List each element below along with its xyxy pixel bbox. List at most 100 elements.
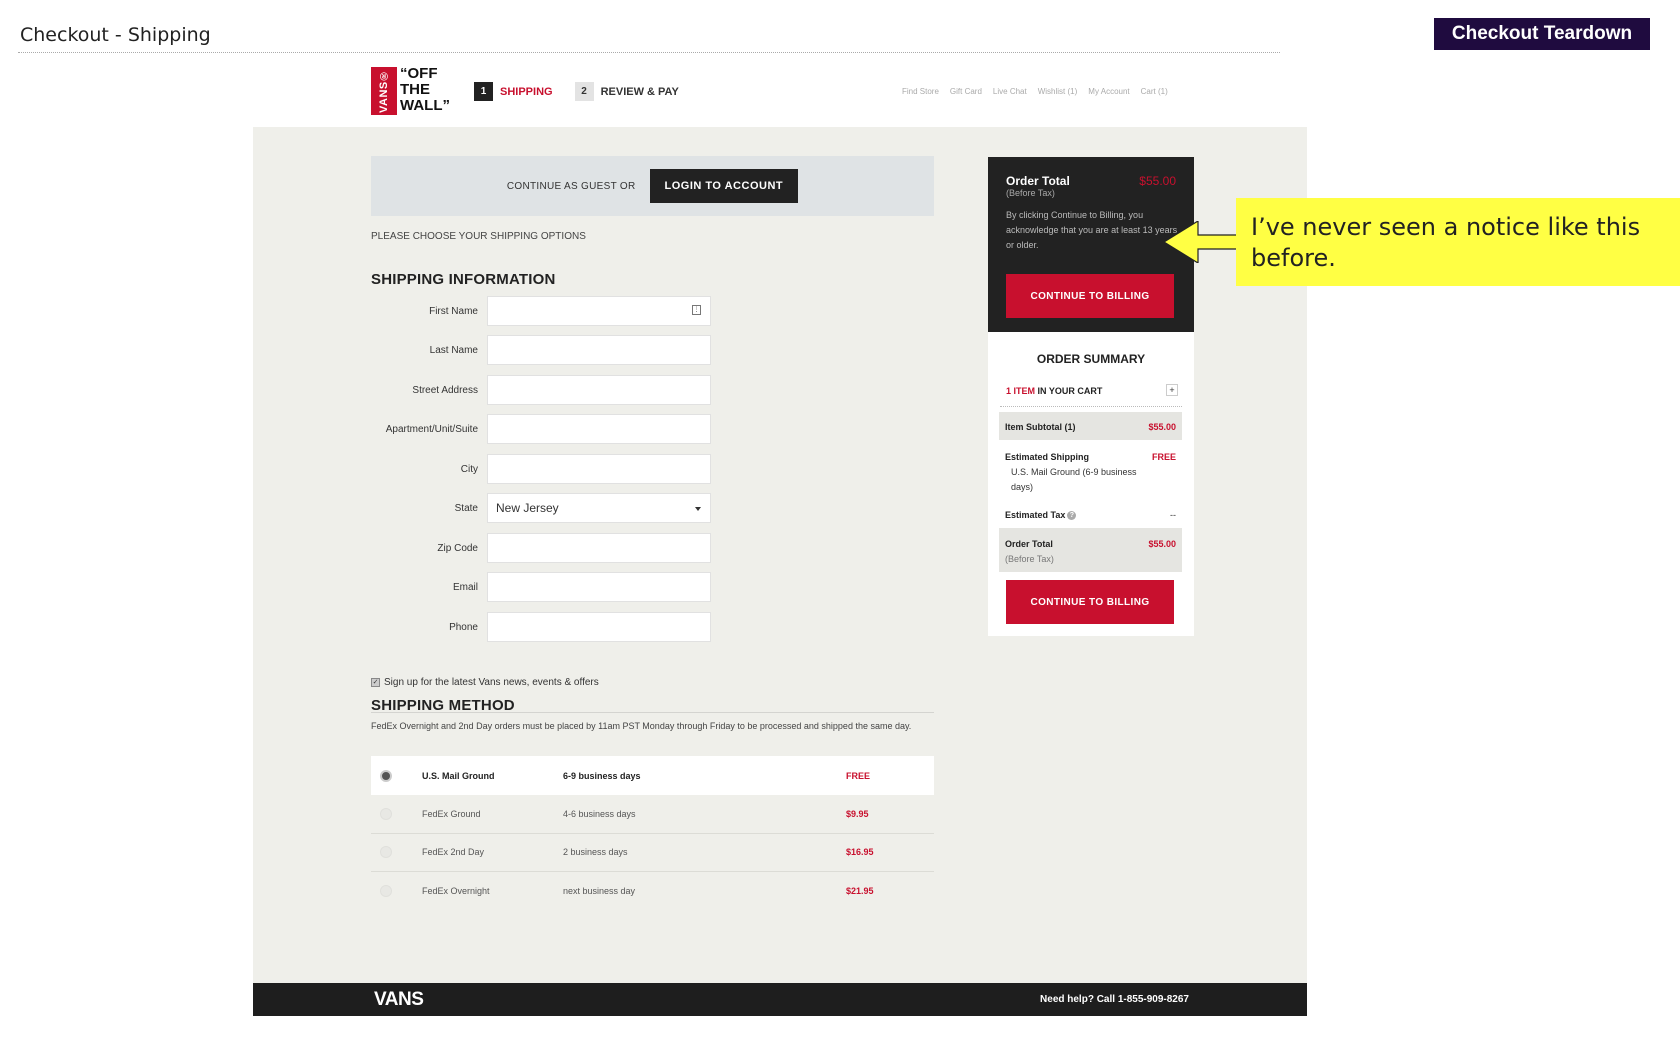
option-time: next business day <box>563 885 636 896</box>
estimated-tax-value: -- <box>1170 510 1176 520</box>
shipping-option-fedex-ground[interactable]: FedEx Ground 4-6 business days $9.95 <box>371 795 934 834</box>
dotted-divider <box>1000 406 1182 407</box>
radio-selected[interactable] <box>380 769 392 782</box>
nav-gift-card[interactable]: Gift Card <box>950 87 982 96</box>
continue-to-billing-button-bottom[interactable]: CONTINUE TO BILLING <box>1006 580 1174 624</box>
vans-logo[interactable]: VANS® “OFF THE WALL” <box>371 65 457 117</box>
first-name-row: First Name <box>371 295 721 327</box>
city-row: City <box>371 453 721 485</box>
first-name-label: First Name <box>429 305 478 317</box>
estimated-tax-label: Estimated Tax? <box>1005 510 1077 521</box>
expand-plus-icon[interactable]: + <box>1166 384 1178 396</box>
city-label: City <box>460 463 478 475</box>
estimated-shipping-label: Estimated Shipping <box>1005 452 1090 462</box>
callout-arrow-icon <box>1164 221 1238 263</box>
shipping-method-title: SHIPPING METHOD <box>371 697 515 714</box>
newsletter-label: Sign up for the latest Vans news, events… <box>384 677 599 688</box>
newsletter-signup: ✓ Sign up for the latest Vans news, even… <box>371 677 599 688</box>
checkout-steps: 1 SHIPPING 2 REVIEW & PAY <box>474 82 693 101</box>
nav-cart[interactable]: Cart (1) <box>1141 87 1168 96</box>
summary-total-row: Order Total (Before Tax) $55.00 <box>999 528 1182 572</box>
age-notice: By clicking Continue to Billing, you ack… <box>1006 210 1178 250</box>
footer-vans-logo[interactable]: VANS <box>374 989 424 1011</box>
guest-text: CONTINUE AS GUEST OR <box>506 180 636 192</box>
shipping-option-fedex-overnight[interactable]: FedEx Overnight next business day $21.95 <box>371 871 934 910</box>
apartment-input[interactable] <box>487 414 711 444</box>
slide-divider <box>18 52 1280 53</box>
last-name-input[interactable] <box>487 335 711 365</box>
estimated-tax-row: Estimated Tax? -- <box>999 500 1182 524</box>
estimated-shipping-value: FREE <box>1151 452 1176 462</box>
option-name: FedEx Ground <box>422 809 481 819</box>
option-time: 6-9 business days <box>563 770 641 781</box>
street-address-label: Street Address <box>412 384 478 396</box>
off-the-wall-text: “OFF THE WALL” <box>400 65 450 114</box>
last-name-row: Last Name <box>371 334 721 366</box>
zip-code-row: Zip Code <box>371 532 721 564</box>
email-row: Email <box>371 571 721 603</box>
continue-to-billing-button-top[interactable]: CONTINUE TO BILLING <box>1006 274 1174 318</box>
slide-title: Checkout - Shipping <box>20 24 211 46</box>
state-select[interactable]: New Jersey <box>487 493 711 523</box>
option-time: 2 business days <box>563 847 628 857</box>
step-shipping: 1 SHIPPING <box>474 82 553 101</box>
shipping-option-fedex-2nd-day[interactable]: FedEx 2nd Day 2 business days $16.95 <box>371 833 934 872</box>
zip-code-input[interactable] <box>487 533 711 563</box>
footer-help-phone[interactable]: Need help? Call 1-855-909-8267 <box>1040 994 1189 1005</box>
newsletter-checkbox[interactable]: ✓ <box>371 678 380 687</box>
estimated-shipping-detail: U.S. Mail Ground (6-9 business days) <box>1011 467 1137 492</box>
option-price: $16.95 <box>846 847 874 857</box>
subtotal-label: Item Subtotal (1) <box>1005 422 1076 432</box>
caret-down-icon <box>695 507 701 511</box>
phone-row: Phone <box>371 611 721 643</box>
site-footer: VANS Need help? Call 1-855-909-8267 <box>253 983 1307 1016</box>
info-icon[interactable]: ? <box>1067 511 1077 521</box>
step-label: REVIEW & PAY <box>600 85 679 98</box>
street-address-input[interactable] <box>487 375 711 405</box>
vans-logo-mark: VANS® <box>371 67 397 115</box>
last-name-label: Last Name <box>429 344 478 356</box>
estimated-shipping-row: Estimated Shipping FREE U.S. Mail Ground… <box>999 442 1182 498</box>
email-label: Email <box>452 581 478 593</box>
nav-live-chat[interactable]: Live Chat <box>993 87 1027 96</box>
state-row: State New Jersey <box>371 492 721 524</box>
radio-unselected[interactable] <box>380 808 392 820</box>
callout-text: I’ve never seen a notice like this befor… <box>1251 213 1641 272</box>
option-price: $9.95 <box>846 809 869 819</box>
guest-login-bar: CONTINUE AS GUEST OR LOGIN TO ACCOUNT <box>371 156 934 216</box>
state-label: State <box>454 502 478 514</box>
option-name: FedEx Overnight <box>422 885 490 896</box>
shipping-information-title: SHIPPING INFORMATION <box>371 271 556 288</box>
shipping-method-note: FedEx Overnight and 2nd Day orders must … <box>371 721 912 731</box>
order-summary-box: ORDER SUMMARY 1 ITEM IN YOUR CART + Item… <box>988 332 1194 636</box>
radio-unselected[interactable] <box>380 884 392 897</box>
radio-unselected[interactable] <box>380 846 392 858</box>
shipping-option-usps-ground[interactable]: U.S. Mail Ground 6-9 business days FREE <box>371 756 934 795</box>
order-total-price: $55.00 <box>1139 174 1176 188</box>
teardown-badge: Checkout Teardown <box>1434 18 1650 50</box>
nav-find-store[interactable]: Find Store <box>902 87 939 96</box>
cart-item-count: 1 ITEM IN YOUR CART <box>1006 386 1103 396</box>
phone-label: Phone <box>449 621 478 633</box>
city-input[interactable] <box>487 454 711 484</box>
first-name-input[interactable] <box>487 296 711 326</box>
step-number: 1 <box>474 82 493 101</box>
autofill-contact-icon[interactable]: ⋮ <box>692 305 701 315</box>
nav-my-account[interactable]: My Account <box>1088 87 1129 96</box>
nav-wishlist[interactable]: Wishlist (1) <box>1038 87 1078 96</box>
subtotal-value: $55.00 <box>1148 422 1176 432</box>
phone-input[interactable] <box>487 612 711 642</box>
login-to-account-button[interactable]: LOGIN TO ACCOUNT <box>649 169 799 203</box>
option-price: FREE <box>846 770 871 781</box>
apartment-label: Apartment/Unit/Suite <box>385 423 478 435</box>
option-time: 4-6 business days <box>563 809 636 819</box>
email-input[interactable] <box>487 572 711 602</box>
step-review-pay[interactable]: 2 REVIEW & PAY <box>574 82 679 101</box>
summary-total-subtitle: (Before Tax) <box>1005 554 1054 564</box>
summary-total-label: Order Total <box>1005 539 1053 549</box>
street-address-row: Street Address <box>371 374 721 406</box>
annotation-callout: I’ve never seen a notice like this befor… <box>1236 198 1680 286</box>
option-name: U.S. Mail Ground <box>422 770 495 781</box>
step-number: 2 <box>574 82 594 101</box>
option-price: $21.95 <box>846 885 874 896</box>
